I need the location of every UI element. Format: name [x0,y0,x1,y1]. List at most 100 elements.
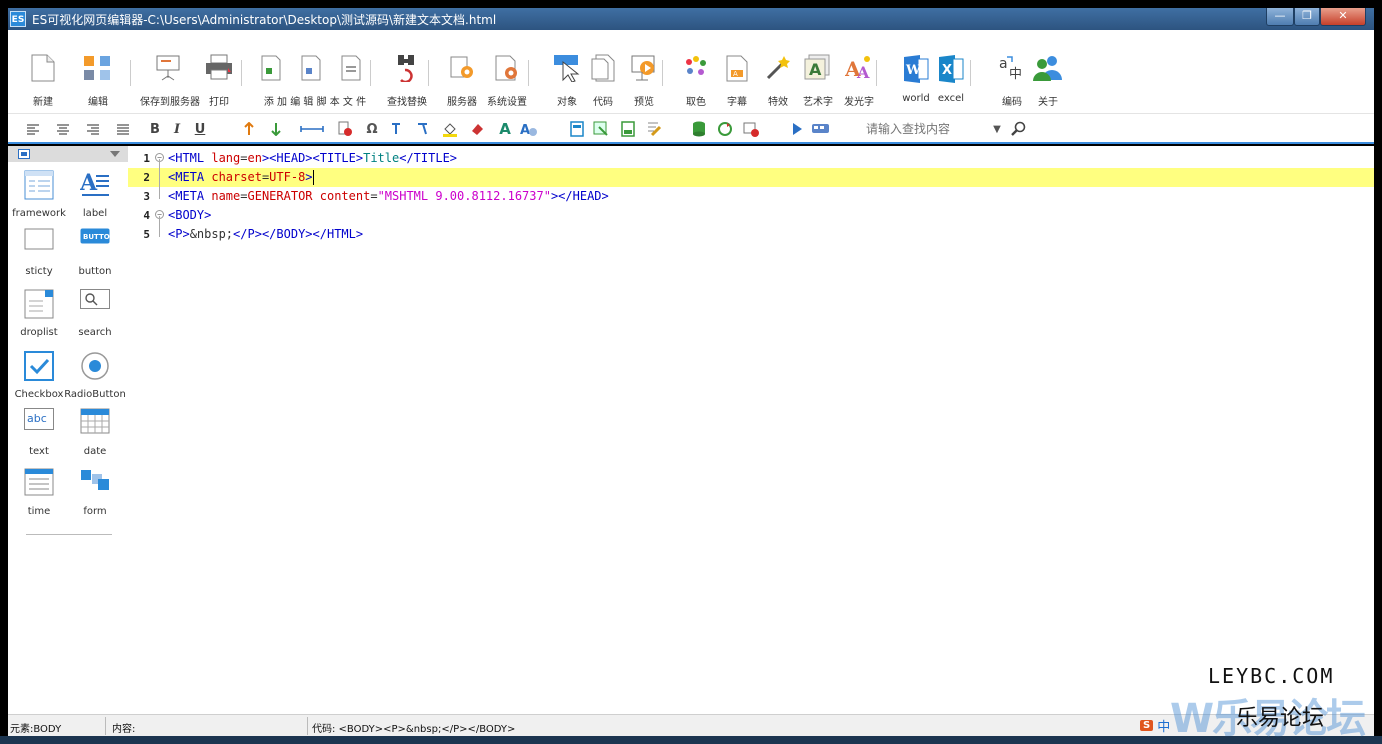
label-icon: A [79,170,110,200]
insert-arrow-icon[interactable] [592,120,610,138]
code-token: <META [168,170,212,184]
main-toolbar: 新建 编辑 保存到服务器 打印添 加 编 辑 脚 本 文 件查找替换 服务器 系统设置 对象… [8,30,1374,114]
code-editor[interactable]: 1− <HTML lang=en><HEAD><TITLE>Title</TITL… [128,146,1374,714]
pin-icon[interactable] [414,120,432,138]
code-line[interactable]: 5 <P>&nbsp;</P></BODY></HTML> [128,225,1374,244]
edit-pencil-icon[interactable] [645,120,663,138]
eraser-icon[interactable] [468,120,486,138]
move-up-icon[interactable] [240,120,258,138]
line-number: 5 [143,228,150,241]
code-text: <HTML lang=en><HEAD><TITLE>Title</TITLE> [168,149,457,168]
about-button[interactable]: 关于 [1020,30,1076,114]
window-title: ES可视化网页编辑器-C:\Users\Administrator\Deskto… [32,13,497,27]
panel-collapse-icon[interactable] [110,151,120,157]
status-content: 内容: [112,724,136,735]
component-framework[interactable]: framework [10,170,68,230]
os-taskbar [0,736,1382,744]
code-token: = [370,189,378,203]
svg-text:a: a [999,56,1008,72]
maximize-button[interactable]: ❐ [1294,8,1320,26]
search-input[interactable] [866,120,1006,138]
presentation-icon [152,54,184,84]
font-style-icon[interactable]: A [520,120,538,138]
component-checkbox[interactable]: Checkbox [10,351,68,411]
code-line[interactable]: 2 <META charset=UTF-8> [128,168,1374,187]
ime-indicator[interactable]: S 中 [1140,716,1170,735]
refresh-data-icon[interactable] [716,120,734,138]
move-down-icon[interactable] [267,120,285,138]
magnifier-icon[interactable] [1010,120,1028,138]
italic-button[interactable]: I [168,120,186,138]
svg-text:X: X [942,63,952,78]
glow-text-icon: AA [843,54,875,84]
bold-button[interactable]: B [146,120,164,138]
component-button[interactable]: BUTTON button [66,228,124,288]
minimize-button[interactable]: — [1266,8,1294,26]
code-token: ></HEAD> [550,189,609,203]
toolbar-separator [970,60,971,86]
align-left-icon[interactable] [24,120,42,138]
align-center-icon[interactable] [54,120,72,138]
users-icon [1032,54,1064,84]
component-droplist[interactable]: droplist [10,289,68,349]
code-line[interactable]: 3 <META name=GENERATOR content="MSHTML 9.… [128,187,1374,206]
line-number: 3 [143,190,150,203]
new-button[interactable]: 新建 [15,30,71,114]
font-color-button[interactable]: A [496,120,514,138]
code-line[interactable]: 1− <HTML lang=en><HEAD><TITLE>Title</TITL… [128,149,1374,168]
status-element: 元素:BODY [10,724,62,735]
component-search[interactable]: search [66,289,124,349]
printer-icon [203,54,235,84]
edit-button[interactable]: 编辑 [70,30,126,114]
component-date[interactable]: date [66,408,124,468]
print-button[interactable]: 打印 [191,30,247,114]
align-right-icon[interactable] [84,120,102,138]
preview-button[interactable]: 预览 [616,30,672,114]
horizontal-rule-icon[interactable] [298,120,326,138]
panel-icon [18,149,30,159]
title-bar[interactable]: ES ES可视化网页编辑器-C:\Users\Administrator\Des… [8,8,1374,30]
fill-color-icon[interactable] [441,120,459,138]
component-label: form [83,506,107,517]
component-label: label [82,208,108,219]
search-dropdown-icon[interactable]: ▼ [988,120,1006,138]
play-icon[interactable] [788,120,806,138]
find-replace-button[interactable]: 查找替换 [379,30,435,114]
delete-format-icon[interactable] [336,120,354,138]
code-icon [587,54,619,84]
fold-guide [159,216,160,237]
svg-text:A: A [809,60,822,79]
glow-text-button[interactable]: A A 发光字 [831,30,887,114]
document-green-icon[interactable] [619,120,637,138]
panel-divider [26,534,112,535]
format-toolbar: B I U Ω A A ▼ [8,114,1374,144]
delete-table-icon[interactable] [742,120,760,138]
component-radiobutton[interactable]: RadioButton [64,351,126,411]
code-text: <BODY> [168,206,211,225]
text-cursor-icon[interactable] [388,120,406,138]
system-settings-button[interactable]: 系统设置 [479,30,535,114]
component-text[interactable]: abc text [10,408,68,468]
add-edit-script-button[interactable]: 添 加 编 辑 脚 本 文 件 [260,30,370,114]
save-to-server-button[interactable]: 保存到服务器 [140,30,200,114]
component-sticty[interactable]: sticty [10,228,68,288]
toolbar-label: 关于 [1038,97,1058,108]
component-label[interactable]: Alabel [66,170,124,230]
button-icon: BUTTON [80,228,116,258]
underline-button[interactable]: U [191,120,209,138]
panel-header[interactable] [8,146,128,162]
database-icon[interactable] [690,120,708,138]
code-line[interactable]: 4− <BODY> [128,206,1374,225]
code-text: <P>&nbsp;</P></BODY></HTML> [168,225,363,244]
line-number: 4 [143,209,150,222]
page-icon[interactable] [568,120,586,138]
app-logo-icon: ES [10,11,26,27]
run-bus-icon[interactable] [810,120,832,138]
toolbar-separator [662,60,663,86]
omega-button[interactable]: Ω [363,120,381,138]
justify-icon[interactable] [114,120,132,138]
component-form[interactable]: form [66,468,124,528]
component-time[interactable]: time [10,468,68,528]
close-button[interactable]: ✕ [1320,8,1366,26]
code-token: ><HEAD><TITLE> [261,151,364,165]
